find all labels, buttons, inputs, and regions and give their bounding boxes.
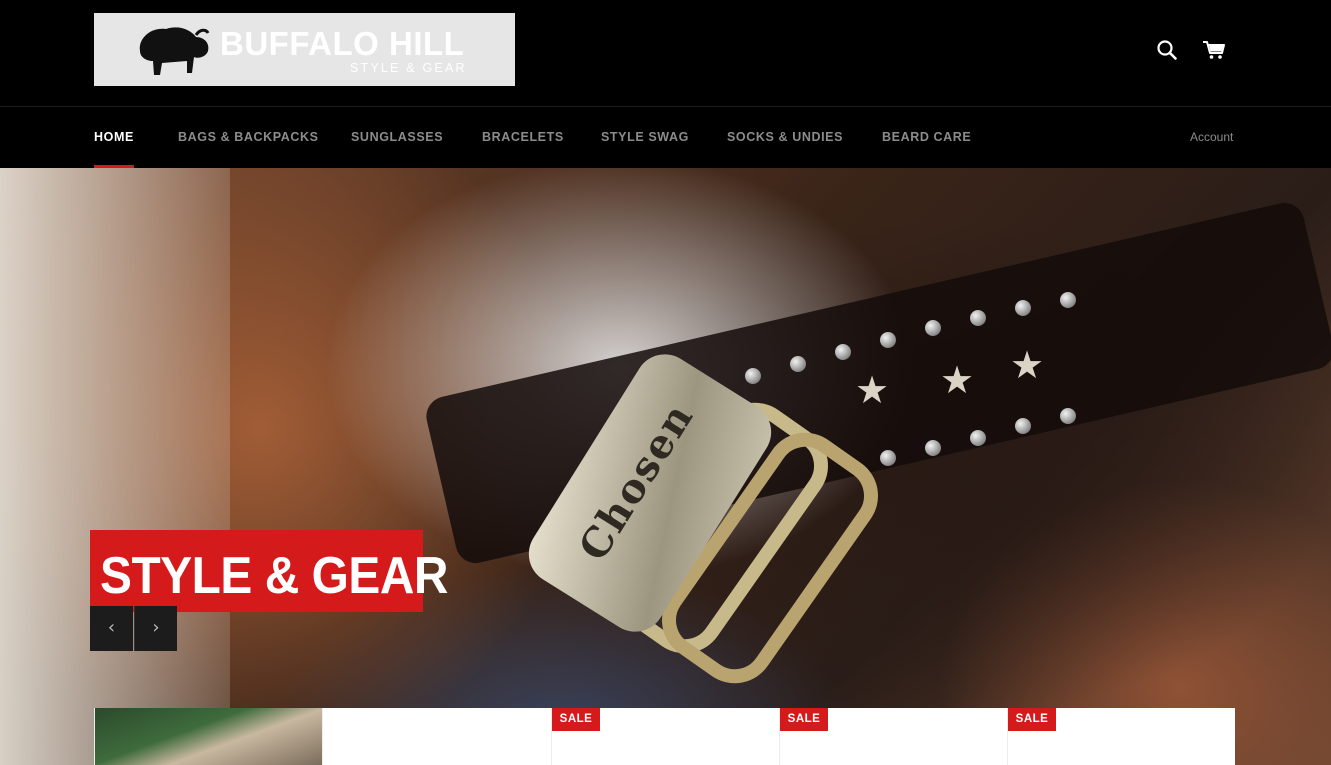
product-grid: SALE SALE SALE [94, 708, 1235, 765]
chevron-right-icon: › [152, 617, 160, 638]
belt-stud [925, 320, 941, 336]
belt-stud [970, 430, 986, 446]
sale-badge: SALE [1008, 708, 1056, 731]
belt-stud [835, 344, 851, 360]
belt-stud [1060, 408, 1076, 424]
product-card[interactable] [94, 708, 322, 765]
logo[interactable]: BUFFALO HILL STYLE & GEAR [94, 13, 515, 86]
star-icon: ★ [1010, 343, 1045, 387]
search-icon[interactable] [1156, 39, 1178, 61]
belt-stud [970, 310, 986, 326]
belt-stud [925, 440, 941, 456]
star-icon: ★ [940, 358, 975, 402]
cart-icon[interactable] [1202, 39, 1226, 61]
hero-image-shirt [0, 168, 230, 765]
belt-stud [1015, 300, 1031, 316]
nav-item-bracelets[interactable]: BRACELETS [482, 130, 564, 144]
logo-title: BUFFALO HILL [220, 25, 465, 62]
logo-subtitle: STYLE & GEAR [350, 61, 467, 75]
product-card[interactable]: SALE [1007, 708, 1235, 765]
product-card[interactable]: SALE [779, 708, 1007, 765]
product-card[interactable] [322, 708, 551, 765]
belt-stud [790, 356, 806, 372]
nav-item-bags-backpacks[interactable]: BAGS & BACKPACKS [178, 130, 319, 144]
slide-prev-button[interactable]: ‹ [90, 606, 133, 651]
sale-badge: SALE [780, 708, 828, 731]
belt-stud [745, 368, 761, 384]
star-icon: ★ [855, 368, 890, 412]
nav-item-home[interactable]: HOME [94, 130, 134, 144]
hero-slideshow: ★ ★ ★ Chosen STYLE & GEAR ‹ › [0, 168, 1331, 765]
account-link[interactable]: Account [1190, 130, 1233, 144]
product-card[interactable]: SALE [551, 708, 779, 765]
nav-item-sunglasses[interactable]: SUNGLASSES [351, 130, 443, 144]
main-nav: HOME BAGS & BACKPACKS SUNGLASSES BRACELE… [0, 106, 1331, 168]
hero-title: STYLE & GEAR [100, 547, 449, 605]
belt-stud [880, 450, 896, 466]
chevron-left-icon: ‹ [107, 617, 116, 638]
slide-next-button[interactable]: › [134, 606, 177, 651]
site-header: BUFFALO HILL STYLE & GEAR [0, 0, 1331, 106]
sale-badge: SALE [552, 708, 600, 731]
nav-item-socks-undies[interactable]: SOCKS & UNDIES [727, 130, 843, 144]
nav-item-style-swag[interactable]: STYLE SWAG [601, 130, 689, 144]
belt-stud [1015, 418, 1031, 434]
belt-stud [880, 332, 896, 348]
belt-stud [1060, 292, 1076, 308]
buffalo-icon [139, 27, 210, 76]
nav-item-beard-care[interactable]: BEARD CARE [882, 130, 971, 144]
